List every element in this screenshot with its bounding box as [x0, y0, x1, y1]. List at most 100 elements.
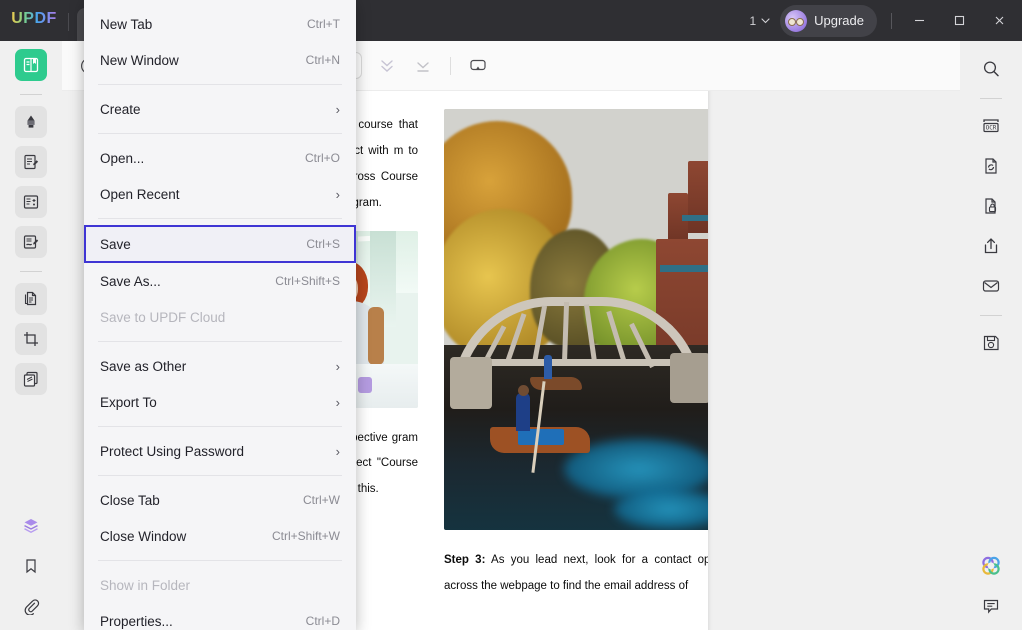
menu-item-close-tab[interactable]: Close TabCtrl+W: [84, 482, 356, 518]
menu-item-shortcut: Ctrl+S: [306, 237, 340, 251]
menu-item-export-to[interactable]: Export To›: [84, 384, 356, 420]
chevron-right-icon: ›: [336, 444, 340, 459]
photo-punter-near-body: [516, 393, 530, 431]
convert-icon: [981, 156, 1001, 176]
feedback-button[interactable]: [975, 590, 1007, 622]
close-window-icon[interactable]: [980, 3, 1018, 39]
window-controls-divider: [891, 13, 892, 29]
menu-item-label: New Window: [100, 53, 306, 68]
bookmark-icon: [22, 557, 40, 575]
presentation-icon: [468, 56, 488, 76]
menu-divider: [98, 560, 342, 561]
paragraph-step3: Step 3: As you lead next, look for a con…: [444, 548, 708, 600]
maximize-icon[interactable]: [940, 3, 978, 39]
ocr-button[interactable]: OCR: [975, 110, 1007, 142]
menu-item-label: New Tab: [100, 17, 307, 32]
sidebar-item-crop-pages[interactable]: [15, 323, 47, 355]
presentation-mode-button[interactable]: [461, 49, 495, 83]
sidebar-item-batch-process[interactable]: [15, 363, 47, 395]
menu-item-shortcut: Ctrl+N: [306, 53, 340, 67]
logo-divider: [68, 13, 69, 31]
menu-item-save-as[interactable]: Save As...Ctrl+Shift+S: [84, 263, 356, 299]
sidebar-item-bookmark[interactable]: [15, 550, 47, 582]
menu-item-save-as-other[interactable]: Save as Other›: [84, 348, 356, 384]
menu-item-label: Show in Folder: [100, 578, 340, 593]
avatar: [785, 10, 807, 32]
chevron-right-icon: ›: [336, 395, 340, 410]
last-page-button[interactable]: [406, 49, 440, 83]
menu-item-close-window[interactable]: Close WindowCtrl+Shift+W: [84, 518, 356, 554]
edit-pdf-icon: [22, 153, 40, 171]
sidebar-item-edit-pdf[interactable]: [15, 146, 47, 178]
sidebar-item-annotate-highlight[interactable]: [15, 106, 47, 138]
menu-item-save-to-cloud: Save to UPDF Cloud: [84, 299, 356, 335]
search-button[interactable]: [975, 53, 1007, 85]
protect-button[interactable]: [975, 190, 1007, 222]
photo-roof-trim-2: [660, 265, 708, 272]
mail-icon: [981, 276, 1001, 296]
email-button[interactable]: [975, 270, 1007, 302]
menu-divider: [98, 475, 342, 476]
menu-item-label: Open...: [100, 151, 305, 166]
signature-icon: [22, 233, 40, 251]
right-sidebar: OCR: [960, 41, 1022, 630]
menu-item-label: Save As...: [100, 274, 275, 289]
chevron-right-icon: ›: [336, 359, 340, 374]
menu-item-label: Close Tab: [100, 493, 303, 508]
menu-item-label: Open Recent: [100, 187, 336, 202]
minimize-icon[interactable]: [900, 3, 938, 39]
step3-label: Step 3:: [444, 554, 485, 566]
convert-button[interactable]: [975, 150, 1007, 182]
menu-divider: [98, 84, 342, 85]
mathematical-bridge-photo: [444, 109, 708, 530]
layers-icon: [21, 516, 41, 536]
sidebar-divider-1: [20, 94, 42, 95]
share-button[interactable]: [975, 230, 1007, 262]
menu-item-shortcut: Ctrl+Shift+S: [275, 274, 340, 288]
menu-item-save[interactable]: SaveCtrl+S: [84, 225, 356, 263]
menu-item-shortcut: Ctrl+D: [306, 614, 340, 628]
menu-item-properties[interactable]: Properties...Ctrl+D: [84, 603, 356, 630]
menu-item-label: Save: [100, 237, 306, 252]
sidebar-item-form-fields[interactable]: [15, 186, 47, 218]
menu-item-create[interactable]: Create›: [84, 91, 356, 127]
menu-item-label: Save to UPDF Cloud: [100, 310, 340, 325]
save-button[interactable]: [975, 327, 1007, 359]
upgrade-button[interactable]: Upgrade: [780, 5, 877, 37]
menu-divider: [98, 133, 342, 134]
crop-icon: [22, 330, 40, 348]
right-sidebar-divider-1: [980, 98, 1002, 99]
photo-boat-far: [530, 377, 582, 390]
menu-divider: [98, 341, 342, 342]
photo-punter-far: [544, 355, 552, 379]
sidebar-item-layers[interactable]: [15, 510, 47, 542]
batch-icon: [22, 370, 40, 388]
chevron-right-icon: ›: [336, 187, 340, 202]
menu-item-new-tab[interactable]: New TabCtrl+T: [84, 6, 356, 42]
sidebar-item-attachment[interactable]: [15, 590, 47, 622]
menu-item-protect[interactable]: Protect Using Password›: [84, 433, 356, 469]
menu-item-open[interactable]: Open...Ctrl+O: [84, 140, 356, 176]
sidebar-item-reader[interactable]: [15, 49, 47, 81]
menu-item-new-window[interactable]: New WindowCtrl+N: [84, 42, 356, 78]
menu-item-shortcut: Ctrl+Shift+W: [272, 529, 340, 543]
photo-abutment-right: [670, 353, 708, 403]
menu-item-open-recent[interactable]: Open Recent›: [84, 176, 356, 212]
menu-item-label: Save as Other: [100, 359, 336, 374]
window-count-dropdown[interactable]: 1: [741, 14, 778, 28]
menu-item-label: Close Window: [100, 529, 272, 544]
file-menu[interactable]: New TabCtrl+TNew WindowCtrl+NCreate›Open…: [84, 0, 356, 630]
chevron-down-icon: [761, 18, 770, 24]
next-page-button[interactable]: [370, 49, 404, 83]
photo-backpack-strap: [368, 307, 384, 365]
ai-assistant-button[interactable]: [975, 550, 1007, 582]
menu-item-label: Properties...: [100, 614, 306, 629]
photo-boat-cushion: [518, 429, 564, 445]
svg-text:OCR: OCR: [986, 125, 997, 132]
paperclip-icon: [22, 597, 40, 615]
sidebar-item-organize-pages[interactable]: [15, 283, 47, 315]
photo-chimney-1: [688, 161, 708, 233]
menu-item-shortcut: Ctrl+T: [307, 17, 340, 31]
toolbar-divider-2: [450, 57, 451, 75]
sidebar-item-sign-document[interactable]: [15, 226, 47, 258]
